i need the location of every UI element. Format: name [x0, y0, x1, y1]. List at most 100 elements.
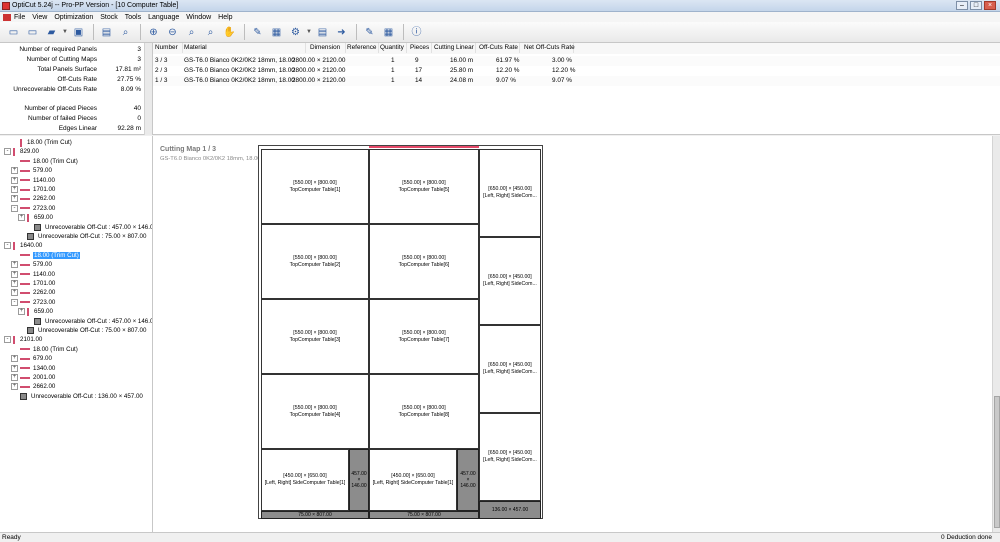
zoom-in-icon[interactable]: ⊕: [145, 24, 162, 41]
tree-node[interactable]: +2262.00: [11, 288, 55, 297]
tree-node[interactable]: +2262.00: [11, 194, 55, 203]
table-row[interactable]: 2 / 3 GS-T6.0 Bianco 0K2/0K2 18mm, 18.00…: [153, 66, 1000, 76]
arrow-icon[interactable]: ➜: [333, 24, 350, 41]
column-header-quantity[interactable]: Quantity: [380, 43, 407, 53]
scrollbar-thumb[interactable]: [994, 396, 1000, 528]
expand-icon[interactable]: +: [11, 195, 18, 203]
tree-offcut-item[interactable]: Unrecoverable Off-Cut : 457.00 × 146.00: [25, 223, 152, 232]
collapse-icon[interactable]: -: [4, 336, 11, 344]
collapse-icon[interactable]: -: [11, 204, 18, 212]
offcut-middle-side[interactable]: 457.00 × 146.00: [457, 449, 479, 511]
expand-icon[interactable]: +: [11, 355, 18, 363]
piece-side-table-right-3[interactable]: [650.00] × [450.00] [Left, Right] SideCo…: [479, 325, 541, 413]
table-row[interactable]: 1 / 3 GS-T6.0 Bianco 0K2/0K2 18mm, 18.00…: [153, 76, 1000, 86]
piece-top-table-5[interactable]: [550.00] × [800.00] TopComputer Table[5]: [369, 149, 479, 224]
collapse-icon[interactable]: -: [4, 148, 11, 156]
tree-offcut-item[interactable]: Unrecoverable Off-Cut : 75.00 × 807.00: [18, 232, 146, 241]
panel-sheet[interactable]: [550.00] × [800.00] TopComputer Table[1]…: [258, 145, 543, 519]
expand-icon[interactable]: +: [11, 261, 18, 269]
expand-icon[interactable]: +: [11, 270, 18, 278]
piece-top-table-1[interactable]: [550.00] × [800.00] TopComputer Table[1]: [261, 149, 369, 224]
tree-node[interactable]: 18.00 (Trim Cut): [11, 251, 80, 260]
print-preview-icon[interactable]: ⌕: [117, 24, 134, 41]
tree-node[interactable]: - 829.00: [4, 147, 39, 156]
tree-offcut-item[interactable]: Unrecoverable Off-Cut : 136.00 × 457.00: [11, 392, 143, 401]
tree-node[interactable]: 18.00 (Trim Cut): [11, 138, 72, 147]
offcut-bottom-left[interactable]: 75.00 × 807.00: [261, 511, 369, 519]
offcut-left-side[interactable]: 457.00 × 146.00: [349, 449, 369, 511]
expand-icon[interactable]: +: [11, 280, 18, 287]
menu-window[interactable]: Window: [186, 13, 211, 22]
column-header-net-offcuts-rate[interactable]: Net Off-Cuts Rate: [524, 43, 575, 53]
tree-node[interactable]: +659.00: [18, 213, 53, 222]
restore-button[interactable]: □: [970, 1, 982, 10]
tree-node[interactable]: +1140.00: [11, 176, 55, 185]
tree-node[interactable]: - 2723.00: [11, 298, 55, 307]
column-header-number[interactable]: Number: [155, 43, 183, 53]
expand-icon[interactable]: +: [11, 167, 18, 175]
tree-node[interactable]: +579.00: [11, 260, 52, 269]
zoom-fit-icon[interactable]: ⌕: [183, 24, 200, 41]
minimize-button[interactable]: –: [956, 1, 968, 10]
tree-node[interactable]: - 2723.00: [11, 204, 55, 213]
print-icon[interactable]: ▤: [98, 24, 115, 41]
zoom-out-icon[interactable]: ⊖: [164, 24, 181, 41]
piece-top-table-8[interactable]: [550.00] × [800.00] TopComputer Table[8]: [369, 374, 479, 449]
dropdown-icon[interactable]: ▼: [306, 24, 312, 41]
piece-side-table-left-bottom[interactable]: [450.00] × [650.00] [Left, Right] SideCo…: [261, 449, 349, 511]
tree-offcut-item[interactable]: Unrecoverable Off-Cut : 75.00 × 807.00: [18, 326, 146, 335]
piece-side-table-middle-bottom[interactable]: [450.00] × [650.00] [Left, Right] SideCo…: [369, 449, 457, 511]
tree-node[interactable]: +659.00: [18, 307, 53, 316]
tree-node[interactable]: - 1640.00: [4, 241, 42, 250]
column-header-material[interactable]: Material: [184, 43, 306, 53]
expand-icon[interactable]: +: [18, 308, 25, 316]
tree-node[interactable]: +2001.00: [11, 373, 55, 382]
column-header-offcuts-rate[interactable]: Off-Cuts Rate: [479, 43, 520, 53]
summary-scrollbar[interactable]: [144, 43, 152, 135]
tree-node[interactable]: - 2101.00: [4, 335, 42, 344]
offcut-bottom-middle[interactable]: 75.00 × 807.00: [369, 511, 479, 519]
column-header-pieces[interactable]: Pieces: [410, 43, 432, 53]
menu-stock[interactable]: Stock: [100, 13, 118, 22]
document-icon[interactable]: ▤: [314, 24, 331, 41]
expand-icon[interactable]: +: [11, 176, 18, 184]
tree-node[interactable]: +1701.00: [11, 279, 55, 288]
expand-icon[interactable]: +: [11, 383, 18, 391]
tree-node[interactable]: +1340.00: [11, 364, 55, 373]
piece-top-table-4[interactable]: [550.00] × [800.00] TopComputer Table[4]: [261, 374, 369, 449]
hand-pan-icon[interactable]: ✋: [221, 24, 238, 41]
stack-icon[interactable]: ▦: [380, 24, 397, 41]
tree-offcut-item[interactable]: Unrecoverable Off-Cut : 457.00 × 146.00: [25, 317, 152, 326]
piece-side-table-right-4[interactable]: [650.00] × [450.00] [Left, Right] SideCo…: [479, 413, 541, 501]
new-window-icon[interactable]: ▭: [5, 24, 22, 41]
dropdown-icon[interactable]: ▼: [62, 24, 68, 41]
piece-side-table-right-1[interactable]: [650.00] × [450.00] [Left, Right] SideCo…: [479, 149, 541, 237]
menu-language[interactable]: Language: [148, 13, 179, 22]
piece-top-table-7[interactable]: [550.00] × [800.00] TopComputer Table[7]: [369, 299, 479, 374]
tree-node[interactable]: +579.00: [11, 166, 52, 175]
info-icon[interactable]: ⓘ: [408, 24, 425, 41]
expand-icon[interactable]: +: [11, 289, 18, 297]
tree-node[interactable]: +1140.00: [11, 270, 55, 279]
open-window-icon[interactable]: ▭: [24, 24, 41, 41]
piece-side-table-right-2[interactable]: [650.00] × [450.00] [Left, Right] SideCo…: [479, 237, 541, 325]
offcut-right-bottom[interactable]: 136.00 × 457.00: [479, 501, 541, 519]
collapse-icon[interactable]: -: [4, 242, 11, 250]
expand-icon[interactable]: +: [11, 186, 18, 193]
collapse-icon[interactable]: -: [11, 298, 18, 306]
settings-icon[interactable]: ⚙: [287, 24, 304, 41]
piece-top-table-2[interactable]: [550.00] × [800.00] TopComputer Table[2]: [261, 224, 369, 299]
optimize-icon[interactable]: ▦: [268, 24, 285, 41]
expand-icon[interactable]: +: [11, 364, 18, 372]
menu-optimization[interactable]: Optimization: [54, 13, 93, 22]
menu-view[interactable]: View: [32, 13, 47, 22]
piece-top-table-3[interactable]: [550.00] × [800.00] TopComputer Table[3]: [261, 299, 369, 374]
folder-icon[interactable]: ▰: [43, 24, 60, 41]
table-row[interactable]: 3 / 3 GS-T6.0 Bianco 0K2/0K2 18mm, 18.00…: [153, 56, 1000, 66]
tree-node[interactable]: +679.00: [11, 354, 52, 363]
save-icon[interactable]: ▣: [70, 24, 87, 41]
canvas-vertical-scrollbar[interactable]: [992, 136, 1000, 532]
expand-icon[interactable]: +: [11, 374, 18, 381]
expand-icon[interactable]: +: [18, 214, 25, 222]
report-icon[interactable]: ✎: [361, 24, 378, 41]
